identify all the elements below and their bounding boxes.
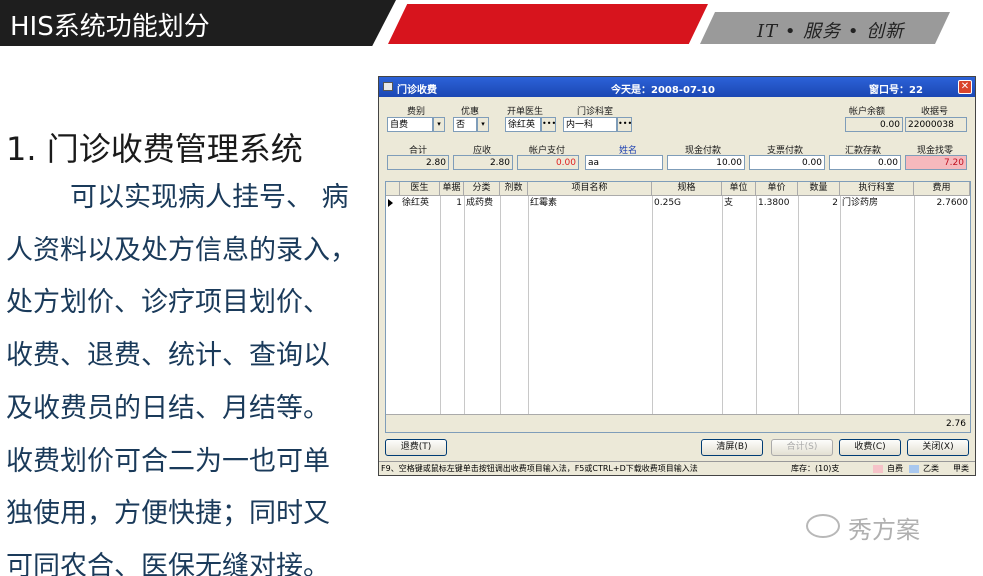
remit-field[interactable]: 0.00 <box>829 155 901 170</box>
legend-class-a: 甲类 <box>953 464 969 473</box>
grid-cell[interactable]: 徐红英 <box>400 196 440 210</box>
fee-type-label: 费别 <box>407 107 426 117</box>
legend-class-b: 乙类 <box>923 464 939 473</box>
class-b-swatch <box>909 465 919 473</box>
wechat-icon <box>806 514 840 538</box>
description-text: 可以实现病人挂号、 病 人资料以及处方信息的录入， 处方划价、诊疗项目划价、 收… <box>6 172 376 576</box>
header-slogan: IT • 服务 • 创新 <box>757 21 905 42</box>
grid-cell[interactable]: 门诊药房 <box>840 196 914 210</box>
window-number: 窗口号：22 <box>869 85 923 96</box>
grid-header[interactable]: 数量 <box>798 182 840 196</box>
description-line: 收费划价可合二为一也可单 <box>6 445 330 477</box>
grid-cell[interactable]: 支 <box>722 196 756 210</box>
description-line: 可以实现病人挂号、 病 <box>70 182 349 213</box>
doctor-lookup-button[interactable]: ••• <box>541 117 556 132</box>
grid-header[interactable]: 单据 <box>440 182 464 196</box>
section-heading: 1. 门诊收费管理系统 <box>6 130 303 168</box>
today-date: 今天是：2008-07-10 <box>611 85 715 96</box>
fee-type-select[interactable]: 自费 <box>387 117 433 132</box>
description-line: 人资料以及处方信息的录入， <box>6 234 357 266</box>
grid-header[interactable]: 费用 <box>914 182 970 196</box>
clear-button[interactable]: 清屏(B) <box>701 439 763 456</box>
legend-self-pay: 自费 <box>887 464 903 473</box>
window-titlebar[interactable]: 门诊收费 今天是：2008-07-10 窗口号：22 ✕ <box>379 77 975 97</box>
grid-header[interactable]: 单位 <box>722 182 756 196</box>
watermark-text: 秀方案 <box>848 516 920 544</box>
grid-header[interactable]: 医生 <box>400 182 440 196</box>
grid-header[interactable]: 单价 <box>756 182 798 196</box>
check-field[interactable]: 0.00 <box>749 155 825 170</box>
dept-lookup-button[interactable]: ••• <box>617 117 632 132</box>
header-red-band <box>388 4 708 44</box>
balance-label: 帐户余额 <box>849 107 886 117</box>
status-bar: F9、空格键或鼠标左键单击按钮调出收费项目输入法，F5或CTRL+D下载收费项目… <box>379 461 975 475</box>
grid-cell[interactable]: 成药费 <box>464 196 500 210</box>
receipt-label: 收据号 <box>921 107 949 117</box>
grid-header[interactable]: 分类 <box>464 182 500 196</box>
description-line: 处方划价、诊疗项目划价、 <box>6 287 330 319</box>
total-field: 2.80 <box>387 155 449 170</box>
cash-field[interactable]: 10.00 <box>667 155 745 170</box>
receipt-field: 22000038 <box>905 117 967 132</box>
grid-cell[interactable]: 2.7600 <box>914 196 970 210</box>
grid-header[interactable]: 项目名称 <box>528 182 652 196</box>
grid-header[interactable]: 剂数 <box>500 182 528 196</box>
window-title: 门诊收费 <box>397 85 437 96</box>
charge-button[interactable]: 收费(C) <box>839 439 901 456</box>
grid-header[interactable]: 规格 <box>652 182 722 196</box>
discount-select[interactable]: 否 <box>453 117 477 132</box>
grid-cell[interactable]: 2 <box>798 196 840 210</box>
page-title: HIS系统功能划分 <box>10 12 210 42</box>
status-stock: 库存：(10)支 <box>791 464 840 473</box>
grid-cell[interactable]: 红霉素 <box>528 196 652 210</box>
grid-cell[interactable]: 1.3800 <box>756 196 798 210</box>
change-field: 7.20 <box>905 155 967 170</box>
doctor-label: 开单医生 <box>507 107 544 117</box>
description-line: 独使用，方便快捷；同时又 <box>6 498 330 530</box>
name-field[interactable]: aa <box>585 155 663 170</box>
grid-cell[interactable]: 0.25G <box>652 196 722 210</box>
chevron-down-icon[interactable]: ▾ <box>477 117 489 132</box>
grid-cell[interactable]: 1 <box>440 196 464 210</box>
outpatient-billing-window: 门诊收费 今天是：2008-07-10 窗口号：22 ✕ 费别 自费 ▾ 优惠 … <box>378 76 976 476</box>
grid-cell[interactable] <box>500 196 528 210</box>
grid-row-header-corner <box>386 182 400 196</box>
description-line: 及收费员的日结、月结等。 <box>6 392 330 424</box>
status-hint: F9、空格键或鼠标左键单击按钮调出收费项目输入法，F5或CTRL+D下载收费项目… <box>381 464 698 473</box>
chevron-down-icon[interactable]: ▾ <box>433 117 445 132</box>
sum-button[interactable]: 合计(S) <box>771 439 833 456</box>
grid-total: 2.76 <box>945 419 966 429</box>
discount-label: 优惠 <box>461 107 480 117</box>
current-row-marker-icon <box>388 199 393 207</box>
refund-button[interactable]: 退费(T) <box>385 439 447 456</box>
window-app-icon <box>383 82 393 91</box>
items-grid[interactable]: 医生 单据 分类 剂数 项目名称 规格 单位 单价 数量 执行科室 费用 徐红英… <box>385 181 971 433</box>
description-line: 收费、退费、统计、查询以 <box>6 340 330 372</box>
self-pay-swatch <box>873 465 883 473</box>
description-line: 可同农合、医保无缝对接。 <box>6 550 330 576</box>
dept-field[interactable]: 内一科 <box>563 117 617 132</box>
account-pay-field: 0.00 <box>517 155 579 170</box>
close-button[interactable]: 关闭(X) <box>907 439 969 456</box>
due-field: 2.80 <box>453 155 513 170</box>
doctor-field[interactable]: 徐红英 <box>505 117 541 132</box>
balance-field: 0.00 <box>845 117 903 132</box>
dept-label: 门诊科室 <box>577 107 614 117</box>
grid-header[interactable]: 执行科室 <box>840 182 914 196</box>
close-icon[interactable]: ✕ <box>958 80 972 94</box>
grid-footer: 2.76 <box>386 414 970 432</box>
